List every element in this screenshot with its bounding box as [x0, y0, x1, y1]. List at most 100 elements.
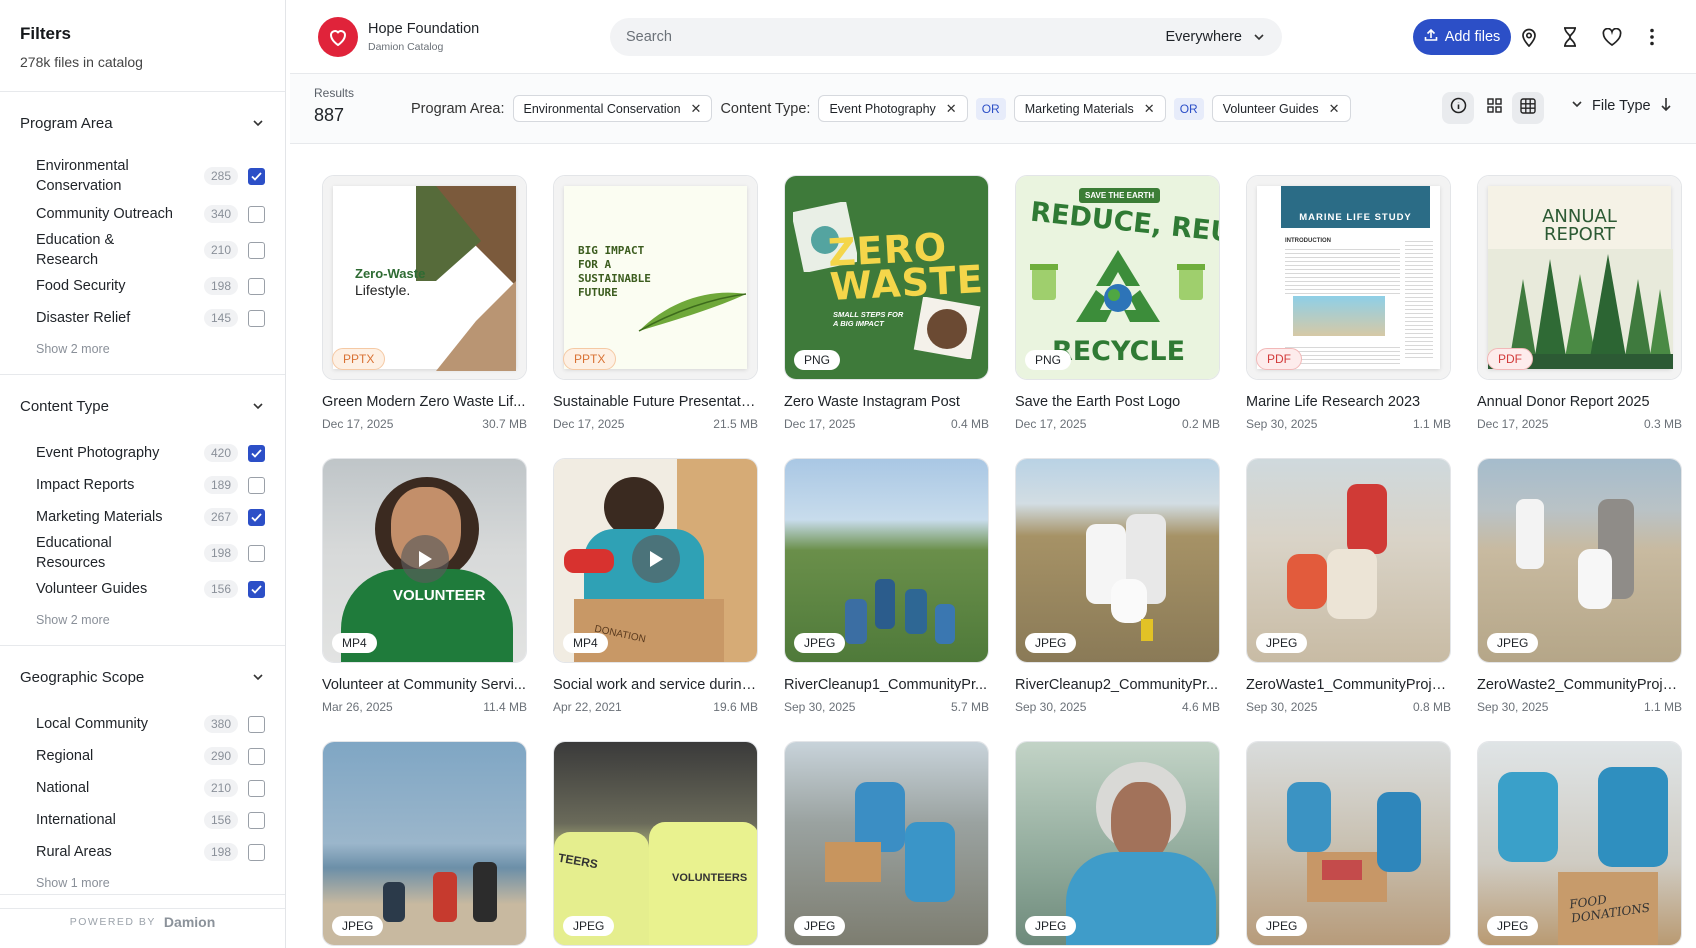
file-thumbnail[interactable]: JPEG — [1015, 741, 1220, 946]
file-card[interactable]: JPEG — [322, 741, 527, 946]
file-thumbnail[interactable]: JPEG — [784, 741, 989, 946]
filter-option[interactable]: Disaster Relief 145 — [20, 302, 265, 334]
file-thumbnail[interactable]: ZERO WASTE SMALL STEPS FOR A BIG IMPACT PN… — [784, 175, 989, 380]
sort-dropdown[interactable]: File Type — [1571, 97, 1672, 115]
file-thumbnail[interactable]: BIG IMPACT FOR A SUSTAINABLE FUTURE PPTX — [553, 175, 758, 380]
file-card[interactable]: JPEG — [1015, 741, 1220, 946]
file-card[interactable]: JPEG RiverCleanup1_CommunityPr... Sep 30,… — [784, 458, 989, 714]
filter-checkbox[interactable] — [248, 843, 265, 861]
close-icon[interactable]: ✕ — [1144, 101, 1155, 117]
file-thumbnail[interactable]: JPEG — [322, 741, 527, 946]
file-card[interactable]: JPEG RiverCleanup2_CommunityPr... Sep 30,… — [1015, 458, 1220, 714]
file-name[interactable]: Green Modern Zero Waste Lif... — [322, 394, 527, 410]
file-card[interactable]: FOOD DONATIONS JPEG — [1477, 741, 1682, 946]
filter-option[interactable]: Marketing Materials 267 — [20, 501, 265, 533]
file-card[interactable]: ANNUAL REPORT PDF Annual Donor Report 2025… — [1477, 175, 1682, 431]
play-icon[interactable] — [631, 534, 680, 583]
search-input[interactable] — [626, 29, 1166, 45]
file-card[interactable]: MARINE LIFE STUDY INTRODUCTION PDF Marine… — [1246, 175, 1451, 431]
file-card[interactable]: BIG IMPACT FOR A SUSTAINABLE FUTURE PPTX Sus… — [553, 175, 758, 431]
filter-group-header[interactable]: Program Area — [20, 92, 265, 154]
file-thumbnail[interactable]: JPEG — [1246, 741, 1451, 946]
file-thumbnail[interactable]: JPEG — [1015, 458, 1220, 663]
filter-option[interactable]: National 210 — [20, 772, 265, 804]
filter-option[interactable]: Local Community 380 — [20, 708, 265, 740]
heart-icon[interactable] — [1600, 25, 1624, 49]
filter-option[interactable]: Education & Research 210 — [20, 230, 265, 270]
filter-checkbox[interactable] — [248, 444, 265, 462]
info-button[interactable] — [1442, 92, 1474, 124]
filter-option[interactable]: Rural Areas 198 — [20, 836, 265, 868]
location-pin-icon[interactable] — [1517, 25, 1541, 49]
show-more-link[interactable]: Show 2 more — [20, 334, 265, 374]
filter-chip[interactable]: Marketing Materials ✕ — [1013, 95, 1166, 122]
small-grid-view-button[interactable] — [1478, 92, 1510, 124]
close-icon[interactable]: ✕ — [1329, 101, 1340, 117]
file-thumbnail[interactable]: ANNUAL REPORT PDF — [1477, 175, 1682, 380]
file-card[interactable]: ZERO WASTE SMALL STEPS FOR A BIG IMPACT PN… — [784, 175, 989, 431]
filter-checkbox[interactable] — [248, 811, 265, 829]
add-files-button[interactable]: Add files — [1413, 19, 1511, 55]
file-name[interactable]: Annual Donor Report 2025 — [1477, 394, 1682, 410]
filter-checkbox[interactable] — [248, 715, 265, 733]
file-name[interactable]: ZeroWaste2_CommunityProje... — [1477, 677, 1682, 693]
filter-checkbox[interactable] — [248, 476, 265, 494]
sort-direction-icon[interactable] — [1660, 97, 1672, 115]
filter-group-header[interactable]: Geographic Scope — [20, 646, 265, 708]
file-thumbnail[interactable]: Zero-Waste Lifestyle. PPTX — [322, 175, 527, 380]
filter-chip[interactable]: Volunteer Guides ✕ — [1211, 95, 1351, 122]
close-icon[interactable]: ✕ — [946, 101, 957, 117]
filter-checkbox[interactable] — [248, 544, 265, 562]
file-name[interactable]: Save the Earth Post Logo — [1015, 394, 1220, 410]
filter-option[interactable]: Regional 290 — [20, 740, 265, 772]
powered-by-brand[interactable]: Damion — [164, 914, 215, 930]
grid-view-button[interactable] — [1512, 92, 1544, 124]
filter-checkbox[interactable] — [248, 205, 265, 223]
file-card[interactable]: Zero-Waste Lifestyle. PPTX Green Modern Z… — [322, 175, 527, 431]
file-card[interactable]: VOLUNTEER MP4 Volunteer at Community Serv… — [322, 458, 527, 714]
filter-option[interactable]: Food Security 198 — [20, 270, 265, 302]
filter-checkbox[interactable] — [248, 309, 265, 327]
more-vertical-icon[interactable] — [1640, 25, 1664, 49]
filter-option[interactable]: Environmental Conservation 285 — [20, 154, 265, 198]
file-name[interactable]: Marine Life Research 2023 — [1246, 394, 1451, 410]
filter-checkbox[interactable] — [248, 277, 265, 295]
filter-option[interactable]: Educational Resources 198 — [20, 533, 265, 573]
filter-checkbox[interactable] — [248, 241, 265, 259]
file-thumbnail[interactable]: JPEG — [784, 458, 989, 663]
file-name[interactable]: Social work and service during... — [553, 677, 758, 693]
or-operator[interactable]: OR — [1173, 97, 1204, 120]
file-card[interactable]: SAVE THE EARTH REDUCE, REUSE RECYCLE PNG… — [1015, 175, 1220, 431]
filter-checkbox[interactable] — [248, 747, 265, 765]
file-thumbnail[interactable]: JPEG — [1477, 458, 1682, 663]
file-thumbnail[interactable]: MARINE LIFE STUDY INTRODUCTION PDF — [1246, 175, 1451, 380]
filter-option[interactable]: Event Photography 420 — [20, 437, 265, 469]
file-card[interactable]: JPEG ZeroWaste2_CommunityProje... Sep 30,… — [1477, 458, 1682, 714]
filter-chip[interactable]: Event Photography ✕ — [818, 95, 968, 122]
file-name[interactable]: Zero Waste Instagram Post — [784, 394, 989, 410]
file-name[interactable]: RiverCleanup2_CommunityPr... — [1015, 677, 1220, 693]
filter-checkbox[interactable] — [248, 167, 265, 185]
file-thumbnail[interactable]: TEERS VOLUNTEERS JPEG — [553, 741, 758, 946]
file-card[interactable]: DONATION MP4 Social work and service duri… — [553, 458, 758, 714]
chevron-down-icon[interactable] — [251, 670, 265, 684]
file-thumbnail[interactable]: SAVE THE EARTH REDUCE, REUSE RECYCLE PNG — [1015, 175, 1220, 380]
filter-option[interactable]: Volunteer Guides 156 — [20, 573, 265, 605]
filter-chip[interactable]: Environmental Conservation ✕ — [512, 95, 713, 122]
or-operator[interactable]: OR — [975, 97, 1006, 120]
filter-checkbox[interactable] — [248, 779, 265, 797]
file-thumbnail[interactable]: DONATION MP4 — [553, 458, 758, 663]
filter-checkbox[interactable] — [248, 508, 265, 526]
play-icon[interactable] — [400, 534, 449, 583]
hourglass-icon[interactable] — [1558, 25, 1582, 49]
file-card[interactable]: JPEG — [784, 741, 989, 946]
file-card[interactable]: TEERS VOLUNTEERS JPEG — [553, 741, 758, 946]
filter-option[interactable]: International 156 — [20, 804, 265, 836]
filter-option[interactable]: Impact Reports 189 — [20, 469, 265, 501]
close-icon[interactable]: ✕ — [691, 101, 702, 117]
file-thumbnail[interactable]: FOOD DONATIONS JPEG — [1477, 741, 1682, 946]
chevron-down-icon[interactable] — [251, 116, 265, 130]
search-scope-dropdown[interactable]: Everywhere — [1165, 29, 1266, 45]
file-name[interactable]: Sustainable Future Presentation — [553, 394, 758, 410]
file-thumbnail[interactable]: VOLUNTEER MP4 — [322, 458, 527, 663]
